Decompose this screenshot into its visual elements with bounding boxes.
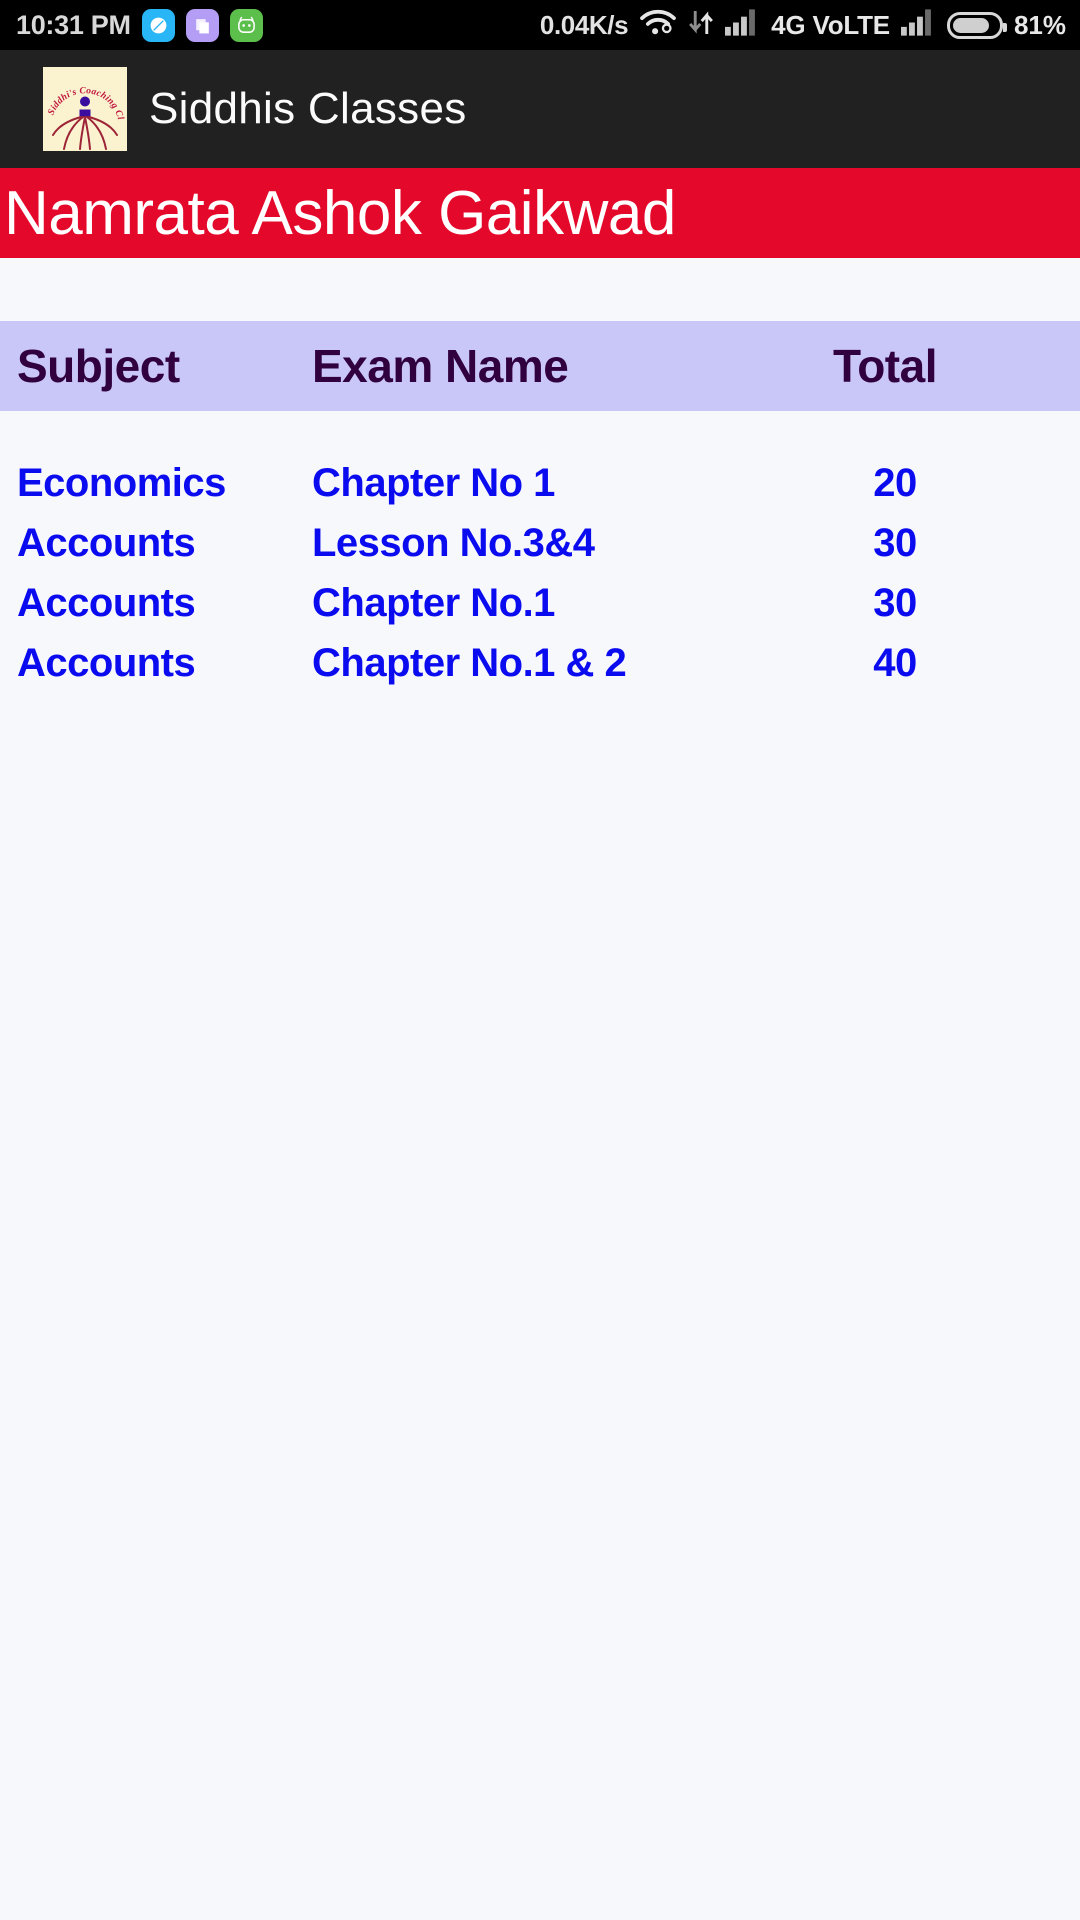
status-bar-left: 10:31 PM bbox=[16, 8, 263, 42]
rows-spacer bbox=[0, 411, 1080, 453]
row-total-label: 20 bbox=[873, 460, 917, 505]
row-total-label: 30 bbox=[873, 580, 917, 625]
row-exam-name-label: Lesson No.3&4 bbox=[312, 520, 595, 565]
cell-subject: Accounts bbox=[0, 641, 300, 686]
header-label-subject: Subject bbox=[17, 340, 180, 392]
row-subject-label: Accounts bbox=[17, 640, 196, 685]
row-total-label: 40 bbox=[873, 640, 917, 685]
marks-table: Subject Exam Name Total Economics Chapte… bbox=[0, 321, 1080, 693]
cell-total: 30 bbox=[750, 581, 1080, 626]
header-label-total: Total bbox=[833, 340, 937, 392]
cell-total: 20 bbox=[750, 461, 1080, 506]
status-bar-right: 0.04K/s 4G VoLTE 81% bbox=[540, 8, 1066, 42]
content-area: Subject Exam Name Total Economics Chapte… bbox=[0, 258, 1080, 693]
signal-bars-icon-2 bbox=[900, 9, 936, 41]
cell-exam-name: Chapter No.1 & 2 bbox=[300, 641, 750, 686]
battery-icon bbox=[946, 11, 1007, 39]
data-transfer-icon bbox=[688, 8, 714, 42]
row-subject-label: Accounts bbox=[17, 580, 196, 625]
status-time: 10:31 PM bbox=[16, 9, 131, 40]
app-title: Siddhis Classes bbox=[149, 84, 467, 133]
browser-icon bbox=[141, 8, 175, 42]
network-type-label: 4G VoLTE bbox=[771, 9, 890, 40]
signal-bars-icon bbox=[725, 9, 760, 41]
status-bar: 10:31 PM 0.04K/s 4G VoLTE 81% bbox=[0, 0, 1080, 50]
table-header-cell-subject: Subject bbox=[0, 339, 300, 393]
cell-exam-name: Chapter No.1 bbox=[300, 581, 750, 626]
network-speed-label: 0.04K/s bbox=[539, 9, 629, 40]
cell-total: 30 bbox=[750, 521, 1080, 566]
table-row[interactable]: Economics Chapter No 1 20 bbox=[0, 453, 1080, 513]
cell-exam-name: Chapter No 1 bbox=[300, 461, 750, 506]
row-exam-name-label: Chapter No.1 bbox=[312, 580, 555, 625]
row-subject-label: Economics bbox=[17, 460, 226, 505]
student-name-label: Namrata Ashok Gaikwad bbox=[4, 178, 676, 248]
table-row[interactable]: Accounts Lesson No.3&4 30 bbox=[0, 513, 1080, 573]
cell-total: 40 bbox=[750, 641, 1080, 686]
row-exam-name-label: Chapter No 1 bbox=[312, 460, 555, 505]
table-row[interactable]: Accounts Chapter No.1 30 bbox=[0, 573, 1080, 633]
row-exam-name-label: Chapter No.1 & 2 bbox=[312, 640, 627, 685]
header-label-exam-name: Exam Name bbox=[312, 340, 569, 392]
cell-subject: Economics bbox=[0, 461, 300, 506]
battery-fill bbox=[952, 17, 989, 33]
app-bar: Siddhi's Coaching Classes Siddhis Classe… bbox=[0, 50, 1080, 168]
android-mascot-icon bbox=[229, 8, 263, 42]
app-logo: Siddhi's Coaching Classes bbox=[43, 67, 127, 151]
notes-icon bbox=[185, 8, 219, 42]
student-name-banner: Namrata Ashok Gaikwad bbox=[0, 168, 1080, 258]
row-total-label: 30 bbox=[873, 520, 917, 565]
row-subject-label: Accounts bbox=[17, 520, 196, 565]
table-header-cell-exam: Exam Name bbox=[300, 339, 750, 393]
cell-exam-name: Lesson No.3&4 bbox=[300, 521, 750, 566]
wifi-icon bbox=[639, 8, 677, 42]
table-header-cell-total: Total bbox=[750, 339, 1080, 393]
table-header-row: Subject Exam Name Total bbox=[0, 321, 1080, 411]
battery-percent-label: 81% bbox=[1013, 9, 1066, 40]
table-row[interactable]: Accounts Chapter No.1 & 2 40 bbox=[0, 633, 1080, 693]
cell-subject: Accounts bbox=[0, 581, 300, 626]
cell-subject: Accounts bbox=[0, 521, 300, 566]
